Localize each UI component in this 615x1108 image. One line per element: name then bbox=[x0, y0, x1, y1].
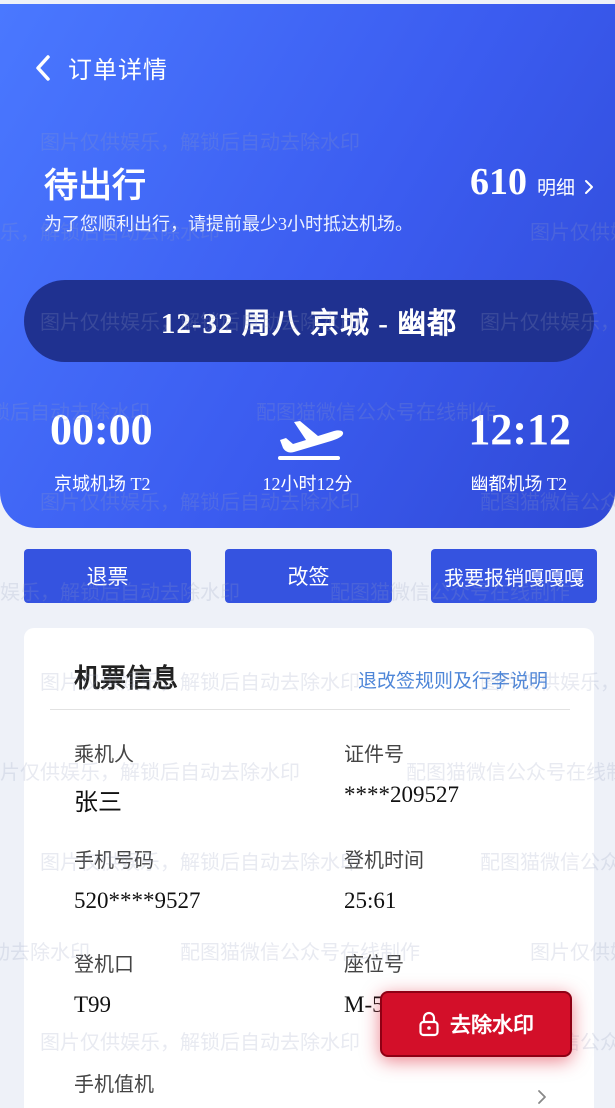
departure-time: 00:00 bbox=[50, 405, 153, 454]
gate-label: 登机口 bbox=[74, 952, 134, 976]
price-detail-label: 明细 bbox=[536, 177, 575, 199]
arrival-airport: 幽都机场 T2 bbox=[470, 474, 568, 494]
refund-button[interactable]: 退票 bbox=[24, 549, 191, 603]
chevron-right-icon bbox=[585, 179, 593, 194]
phone-value: 520****9527 bbox=[74, 888, 201, 913]
remove-watermark-label: 去除水印 bbox=[450, 1013, 534, 1037]
price-area: 610 明细 bbox=[470, 160, 595, 204]
price-value: 610 bbox=[469, 161, 527, 203]
chevron-right-icon[interactable] bbox=[536, 1088, 548, 1106]
order-header: 订单详情 待出行 为了您顺利出行，请提前最少3小时抵达机场。 610 明细 12… bbox=[0, 4, 615, 528]
chevron-left-icon bbox=[36, 54, 50, 81]
id-number-label: 证件号 bbox=[344, 742, 404, 766]
arrival-time: 12:12 bbox=[468, 405, 571, 454]
price-detail-link[interactable]: 明细 bbox=[537, 173, 595, 200]
order-status: 待出行 bbox=[44, 168, 146, 205]
route-banner: 12-32 周八 京城 - 幽都 bbox=[24, 280, 594, 362]
page-title: 订单详情 bbox=[68, 56, 168, 84]
id-number-value: ****209527 bbox=[344, 782, 459, 807]
passenger-value: 张三 bbox=[74, 788, 122, 816]
ticket-info-title: 机票信息 bbox=[74, 664, 179, 694]
seat-value: M-5 bbox=[344, 992, 384, 1017]
seat-label: 座位号 bbox=[344, 952, 404, 976]
boarding-time-value: 25:61 bbox=[344, 888, 397, 913]
lock-icon bbox=[419, 1011, 439, 1037]
gate-value: T99 bbox=[74, 992, 112, 1017]
phone-label: 手机号码 bbox=[74, 848, 154, 872]
back-button[interactable]: 订单详情 bbox=[32, 50, 168, 85]
arrival-notice: 为了您顺利出行，请提前最少3小时抵达机场。 bbox=[44, 214, 413, 234]
change-ticket-button[interactable]: 改签 bbox=[225, 549, 392, 603]
boarding-time-label: 登机时间 bbox=[344, 848, 424, 872]
mobile-checkin-label[interactable]: 手机值机 bbox=[74, 1068, 154, 1097]
refund-rules-link[interactable]: 退改签规则及行李说明 bbox=[358, 666, 548, 693]
passenger-label: 乘机人 bbox=[74, 742, 134, 766]
airplane-takeoff-icon bbox=[278, 421, 344, 460]
remove-watermark-button[interactable]: 去除水印 bbox=[380, 991, 572, 1057]
card-divider bbox=[50, 709, 570, 710]
reimburse-button[interactable]: 我要报销嘎嘎嘎 bbox=[431, 549, 597, 603]
